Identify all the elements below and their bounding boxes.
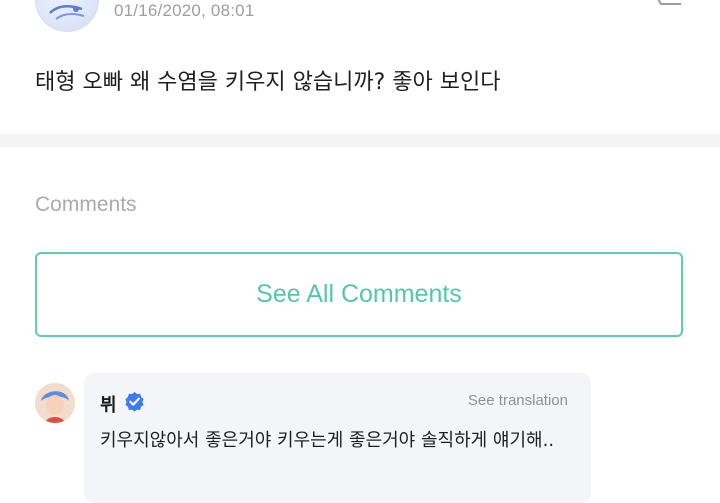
more-icon[interactable]: [651, 0, 685, 12]
comments-heading: Comments: [35, 193, 137, 216]
commenter-avatar-graphic: [35, 383, 75, 423]
author-avatar[interactable]: [35, 0, 99, 32]
post-body-text: 태형 오빠 왜 수염을 키우지 않습니까? 좋아 보인다: [35, 70, 501, 95]
comment-item: 뷔 See translation 키우지않아서 좋은거야 키우는게 좋은거야 …: [35, 373, 685, 503]
post-timestamp: 01/16/2020, 08:01: [114, 1, 255, 20]
comment-text: 키우지않아서 좋은거야 키우는게 좋은거야 솔직하게 얘기해..: [100, 430, 555, 451]
author-avatar-graphic: [49, 5, 85, 20]
verified-badge-icon: [125, 392, 144, 412]
commenter-avatar[interactable]: [35, 383, 75, 423]
see-translation-link[interactable]: See translation: [468, 392, 568, 409]
see-all-comments-button[interactable]: See All Comments: [35, 252, 683, 337]
comment-bubble: 뷔 See translation 키우지않아서 좋은거야 키우는게 좋은거야 …: [84, 373, 591, 503]
post-header: 01/16/2020, 08:01: [0, 0, 720, 40]
comment-author-name[interactable]: 뷔: [100, 391, 117, 417]
section-divider: [0, 134, 720, 147]
